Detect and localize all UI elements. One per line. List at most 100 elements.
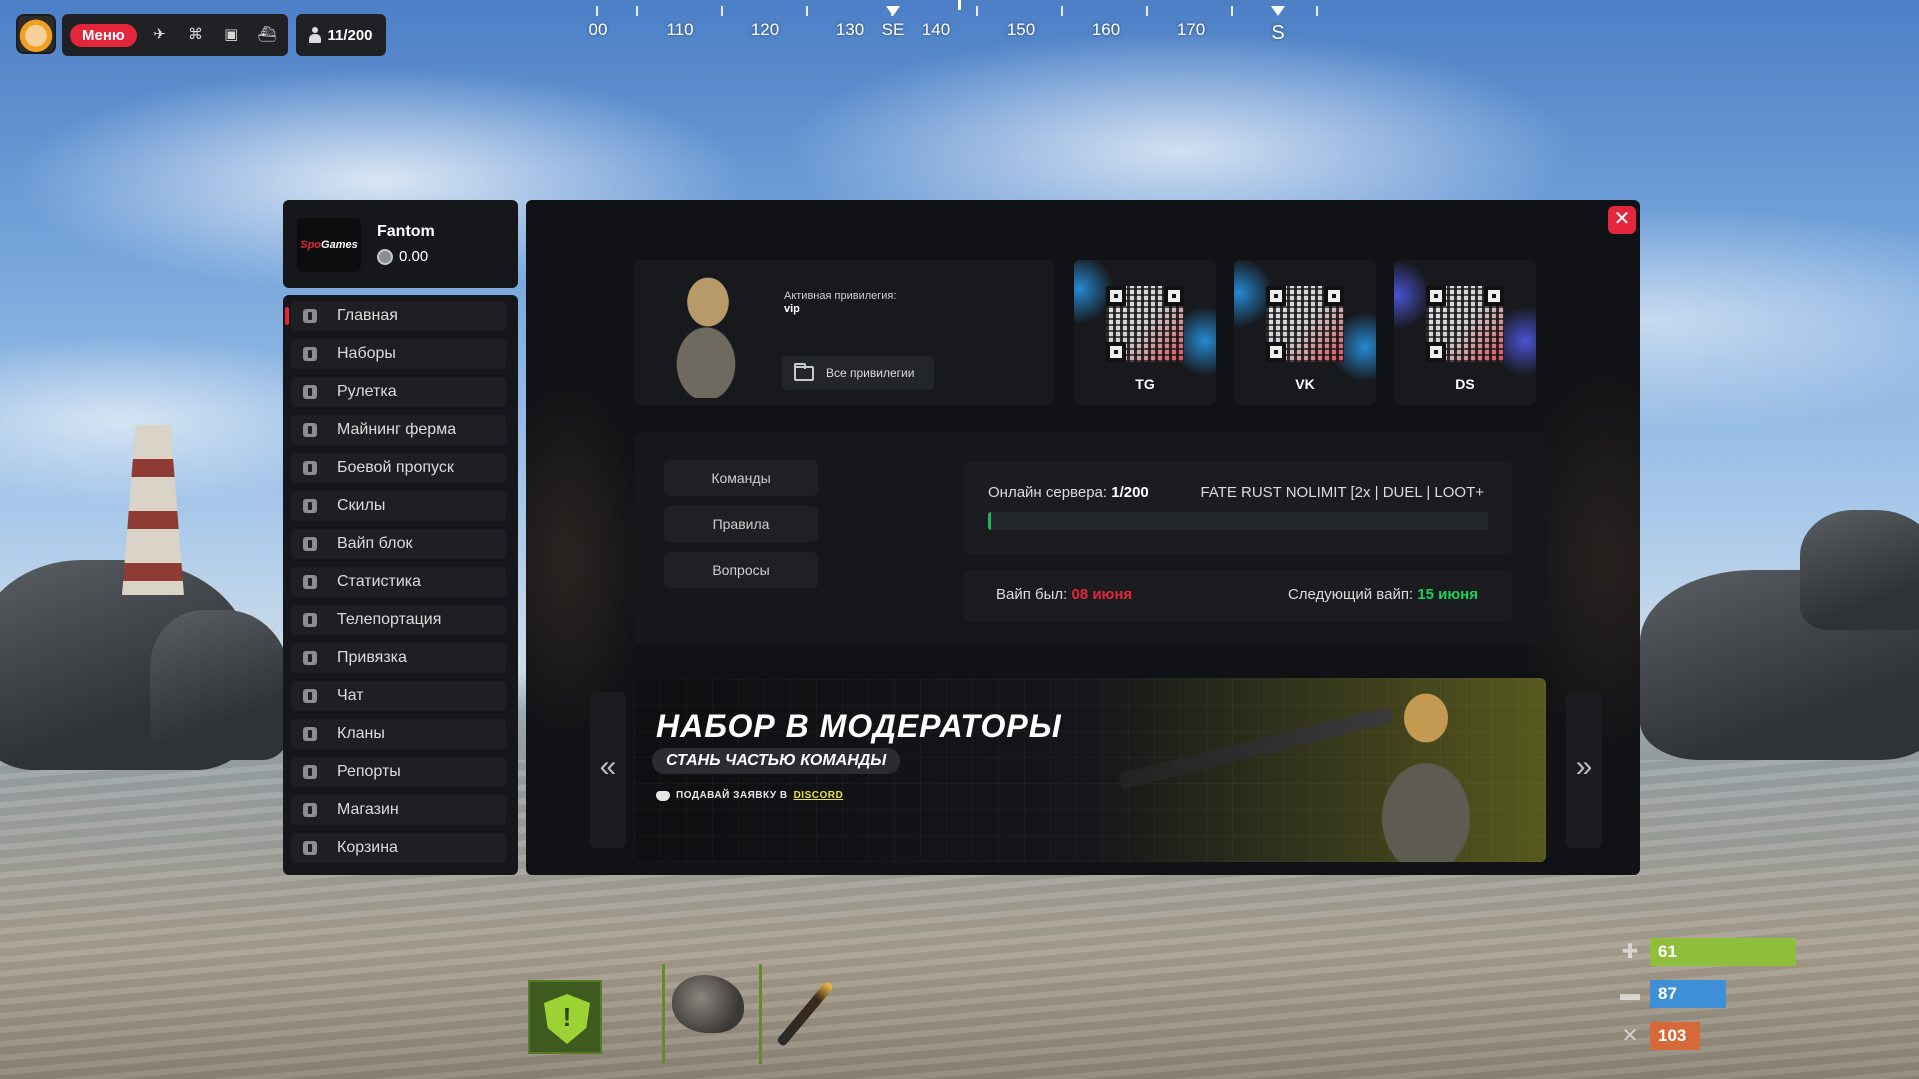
ship-icon[interactable]: ⛴: [254, 25, 280, 45]
skins-icon: [303, 499, 317, 513]
qr-code: [1266, 286, 1344, 362]
server-logo: SpoGames: [297, 218, 361, 272]
social-card-tg[interactable]: TG: [1074, 260, 1216, 405]
online-text: Онлайн сервера: 1/200: [988, 484, 1149, 501]
sidebar-item-label: Вайп блок: [337, 535, 413, 552]
server-name: FATE RUST NOLIMIT [2x | DUEL | LOOT+: [1200, 484, 1484, 501]
moderator-recruit-banner[interactable]: НАБОР В МОДЕРАТОРЫ СТАНЬ ЧАСТЬЮ КОМАНДЫ …: [634, 678, 1546, 862]
online-label: Онлайн сервера:: [988, 484, 1108, 501]
faq-button[interactable]: Вопросы: [664, 552, 818, 588]
chat-icon: [303, 689, 317, 703]
tank-icon[interactable]: ▣: [218, 25, 244, 45]
battle-pass-icon: [303, 461, 317, 475]
compass-tick: [721, 6, 723, 16]
banner-prev-button[interactable]: «: [590, 692, 626, 848]
sidebar-item-mining-farm[interactable]: Майнинг ферма: [291, 415, 506, 445]
shop-icon: [303, 803, 317, 817]
sidebar-item-clans[interactable]: Кланы: [291, 719, 506, 749]
soldier-image: [1336, 678, 1506, 862]
qr-eye: [1164, 286, 1184, 306]
commands-button[interactable]: Команды: [664, 460, 818, 496]
food-stat: ✕ 103: [1620, 1022, 1800, 1050]
hotbar-divider: [759, 964, 762, 1064]
sidebar-item-battle-pass[interactable]: Боевой пропуск: [291, 453, 506, 483]
hotbar-slot-1[interactable]: [528, 980, 602, 1054]
sidebar-item-shop[interactable]: Магазин: [291, 795, 506, 825]
health-bar: 61: [1650, 938, 1796, 966]
info-icon: [303, 309, 317, 323]
qr-eye: [1106, 342, 1126, 362]
sidebar-item-reports[interactable]: Репорты: [291, 757, 506, 787]
compass-label: 140: [921, 20, 951, 39]
character-image: [646, 268, 766, 398]
compass-label: SE: [881, 20, 905, 39]
banner-next-button[interactable]: »: [1566, 692, 1602, 848]
health-stat: ✚ 61: [1620, 938, 1800, 966]
qr-eye: [1324, 286, 1344, 306]
qr-eye: [1266, 286, 1286, 306]
balance: 0.00: [377, 248, 428, 265]
water-value: 87: [1658, 984, 1677, 1003]
sidebar-item-roulette[interactable]: Рулетка: [291, 377, 506, 407]
health-value: 61: [1658, 942, 1677, 961]
sidebar-item-label: Репорты: [337, 763, 401, 780]
sidebar-item-statistics[interactable]: Статистика: [291, 567, 506, 597]
social-card-vk[interactable]: VK: [1234, 260, 1376, 405]
menu-button[interactable]: Меню: [70, 23, 137, 47]
food-bar: 103: [1650, 1022, 1700, 1050]
sidebar-item-label: Скилы: [337, 497, 386, 514]
compass-marker-se: [886, 6, 900, 16]
sidebar-item-kits[interactable]: Наборы: [291, 339, 506, 369]
shield-icon: [544, 994, 590, 1044]
plane-icon[interactable]: ✈: [147, 25, 173, 45]
helicopter-icon[interactable]: ⌘: [183, 25, 209, 45]
player-avatar[interactable]: [16, 14, 56, 54]
discord-link[interactable]: DISCORD: [794, 790, 844, 801]
clan-icon: [303, 727, 317, 741]
qr-eye: [1426, 286, 1446, 306]
all-privileges-button[interactable]: Все привилегии: [782, 356, 934, 390]
sidebar-item-binding[interactable]: Привязка: [291, 643, 506, 673]
compass-tick: [1316, 6, 1318, 16]
water-bar: 87: [1650, 980, 1726, 1008]
logo-red: Spo: [300, 239, 322, 251]
close-button[interactable]: ✕: [1608, 206, 1636, 234]
last-wipe-date: 08 июня: [1071, 586, 1133, 603]
sidebar-item-label: Боевой пропуск: [337, 459, 454, 476]
qr-eye: [1106, 286, 1126, 306]
main-panel: ✕ Активная привилегия: vip Все привилеги…: [526, 200, 1640, 875]
lock-icon: [303, 537, 317, 551]
sidebar-item-teleport[interactable]: Телепортация: [291, 605, 506, 635]
sidebar-item-label: Корзина: [337, 839, 398, 856]
sidebar-item-main[interactable]: Главная: [285, 301, 506, 331]
player-name: Fantom: [377, 223, 435, 240]
social-card-ds[interactable]: DS: [1394, 260, 1536, 405]
all-privileges-label: Все привилегии: [826, 366, 915, 380]
rock-right-far: [1800, 510, 1919, 630]
logo-white: Games: [321, 239, 358, 251]
coin-icon: [377, 248, 393, 265]
stats-icon: [303, 575, 317, 589]
compass-label: 160: [1091, 20, 1121, 39]
top-toolbar: Меню ✈ ⌘ ▣ ⛴: [62, 14, 288, 56]
balance-value: 0.00: [399, 248, 429, 265]
sidebar-item-cart[interactable]: Корзина: [291, 833, 506, 863]
sidebar: Главная Наборы Рулетка Майнинг ферма Бое…: [283, 295, 518, 875]
compass-tick: [1061, 6, 1063, 16]
compass-tick: [1231, 6, 1233, 16]
folder-icon: [794, 362, 814, 381]
cart-icon: [303, 841, 317, 855]
social-label: DS: [1455, 376, 1475, 392]
mining-icon: [303, 423, 317, 437]
compass-tick: [806, 6, 808, 16]
sidebar-item-chat[interactable]: Чат: [291, 681, 506, 711]
online-progress-bar: [988, 512, 1488, 530]
compass: 00 110 120 130 SE 140 150 160 170 S: [588, 0, 1330, 48]
sidebar-item-skins[interactable]: Скилы: [291, 491, 506, 521]
compass-label: 110: [666, 20, 694, 39]
compass-label: 00: [588, 20, 608, 39]
rules-button[interactable]: Правила: [664, 506, 818, 542]
qr-code: [1106, 286, 1184, 362]
discord-icon: [656, 790, 670, 801]
sidebar-item-wipe-block[interactable]: Вайп блок: [291, 529, 506, 559]
